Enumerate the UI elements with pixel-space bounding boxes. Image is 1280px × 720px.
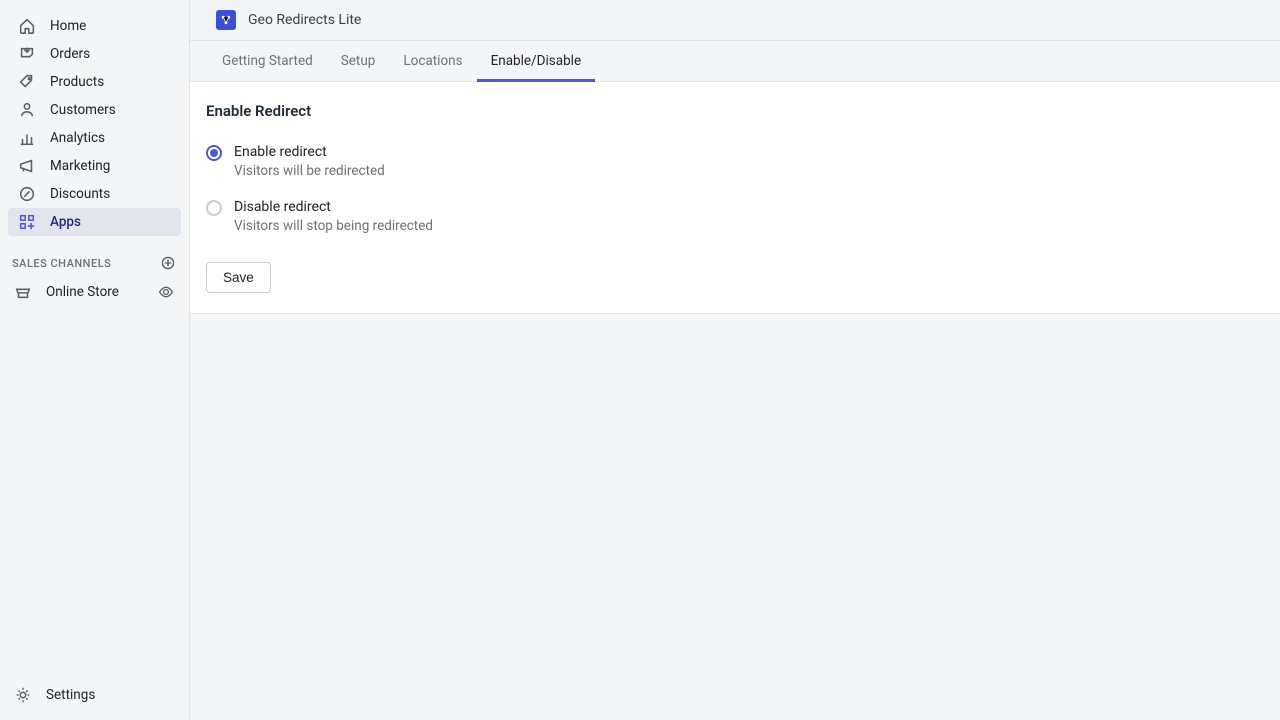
sidebar-item-label: Orders — [50, 46, 90, 62]
radio-disable-redirect[interactable]: Disable redirect Visitors will stop bein… — [206, 199, 1264, 234]
sales-channels-header: SALES CHANNELS — [0, 236, 189, 278]
apps-icon — [18, 213, 36, 231]
radio-input[interactable] — [206, 145, 222, 161]
sidebar-item-home[interactable]: Home — [8, 12, 181, 40]
tab-getting-started[interactable]: Getting Started — [208, 41, 327, 82]
sidebar-item-discounts[interactable]: Discounts — [8, 180, 181, 208]
tab-label: Locations — [403, 53, 462, 69]
sidebar: Home Orders Products Customers Analytics — [0, 0, 190, 720]
sidebar-item-label: Customers — [50, 102, 116, 118]
sidebar-item-label: Apps — [50, 214, 81, 230]
sidebar-item-orders[interactable]: Orders — [8, 40, 181, 68]
radio-help: Visitors will stop being redirected — [234, 218, 433, 234]
add-channel-icon[interactable] — [159, 254, 177, 272]
tab-label: Getting Started — [222, 53, 313, 69]
sidebar-item-apps[interactable]: Apps — [8, 208, 181, 236]
radio-enable-redirect[interactable]: Enable redirect Visitors will be redirec… — [206, 144, 1264, 179]
sidebar-item-label: Home — [50, 18, 86, 34]
sidebar-item-label: Marketing — [50, 158, 110, 174]
radio-input[interactable] — [206, 200, 222, 216]
analytics-icon — [18, 129, 36, 147]
sidebar-item-label: Discounts — [50, 186, 110, 202]
orders-icon — [18, 45, 36, 63]
online-store-icon — [14, 283, 32, 301]
sidebar-item-label: Analytics — [50, 130, 105, 146]
main: Geo Redirects Lite Getting Started Setup… — [190, 0, 1280, 720]
app-header: Geo Redirects Lite — [190, 0, 1280, 41]
sidebar-item-label: Online Store — [46, 284, 119, 300]
home-icon — [18, 17, 36, 35]
radio-help: Visitors will be redirected — [234, 163, 385, 179]
tab-setup[interactable]: Setup — [327, 41, 390, 82]
sidebar-item-customers[interactable]: Customers — [8, 96, 181, 124]
view-store-icon[interactable] — [157, 283, 175, 301]
customers-icon — [18, 101, 36, 119]
sidebar-item-online-store[interactable]: Online Store — [0, 278, 189, 306]
app-title: Geo Redirects Lite — [248, 12, 361, 28]
content-card: Enable Redirect Enable redirect Visitors… — [190, 82, 1280, 314]
save-button[interactable]: Save — [206, 262, 271, 293]
tabs: Getting Started Setup Locations Enable/D… — [190, 41, 1280, 82]
sidebar-item-marketing[interactable]: Marketing — [8, 152, 181, 180]
sidebar-item-label: Products — [50, 74, 104, 90]
settings-icon — [14, 686, 32, 704]
tab-label: Setup — [341, 53, 376, 69]
sidebar-item-settings[interactable]: Settings — [0, 672, 189, 720]
radio-label: Disable redirect — [234, 199, 433, 215]
primary-nav: Home Orders Products Customers Analytics — [0, 12, 189, 236]
section-title: Enable Redirect — [206, 102, 1264, 120]
sidebar-item-label: Settings — [46, 687, 95, 703]
discounts-icon — [18, 185, 36, 203]
app-icon — [216, 10, 236, 30]
radio-label: Enable redirect — [234, 144, 385, 160]
marketing-icon — [18, 157, 36, 175]
tab-label: Enable/Disable — [491, 53, 582, 69]
tab-enable-disable[interactable]: Enable/Disable — [477, 41, 596, 82]
sidebar-item-products[interactable]: Products — [8, 68, 181, 96]
sidebar-item-analytics[interactable]: Analytics — [8, 124, 181, 152]
sales-channels-label: SALES CHANNELS — [12, 257, 111, 270]
products-icon — [18, 73, 36, 91]
tab-locations[interactable]: Locations — [389, 41, 476, 82]
